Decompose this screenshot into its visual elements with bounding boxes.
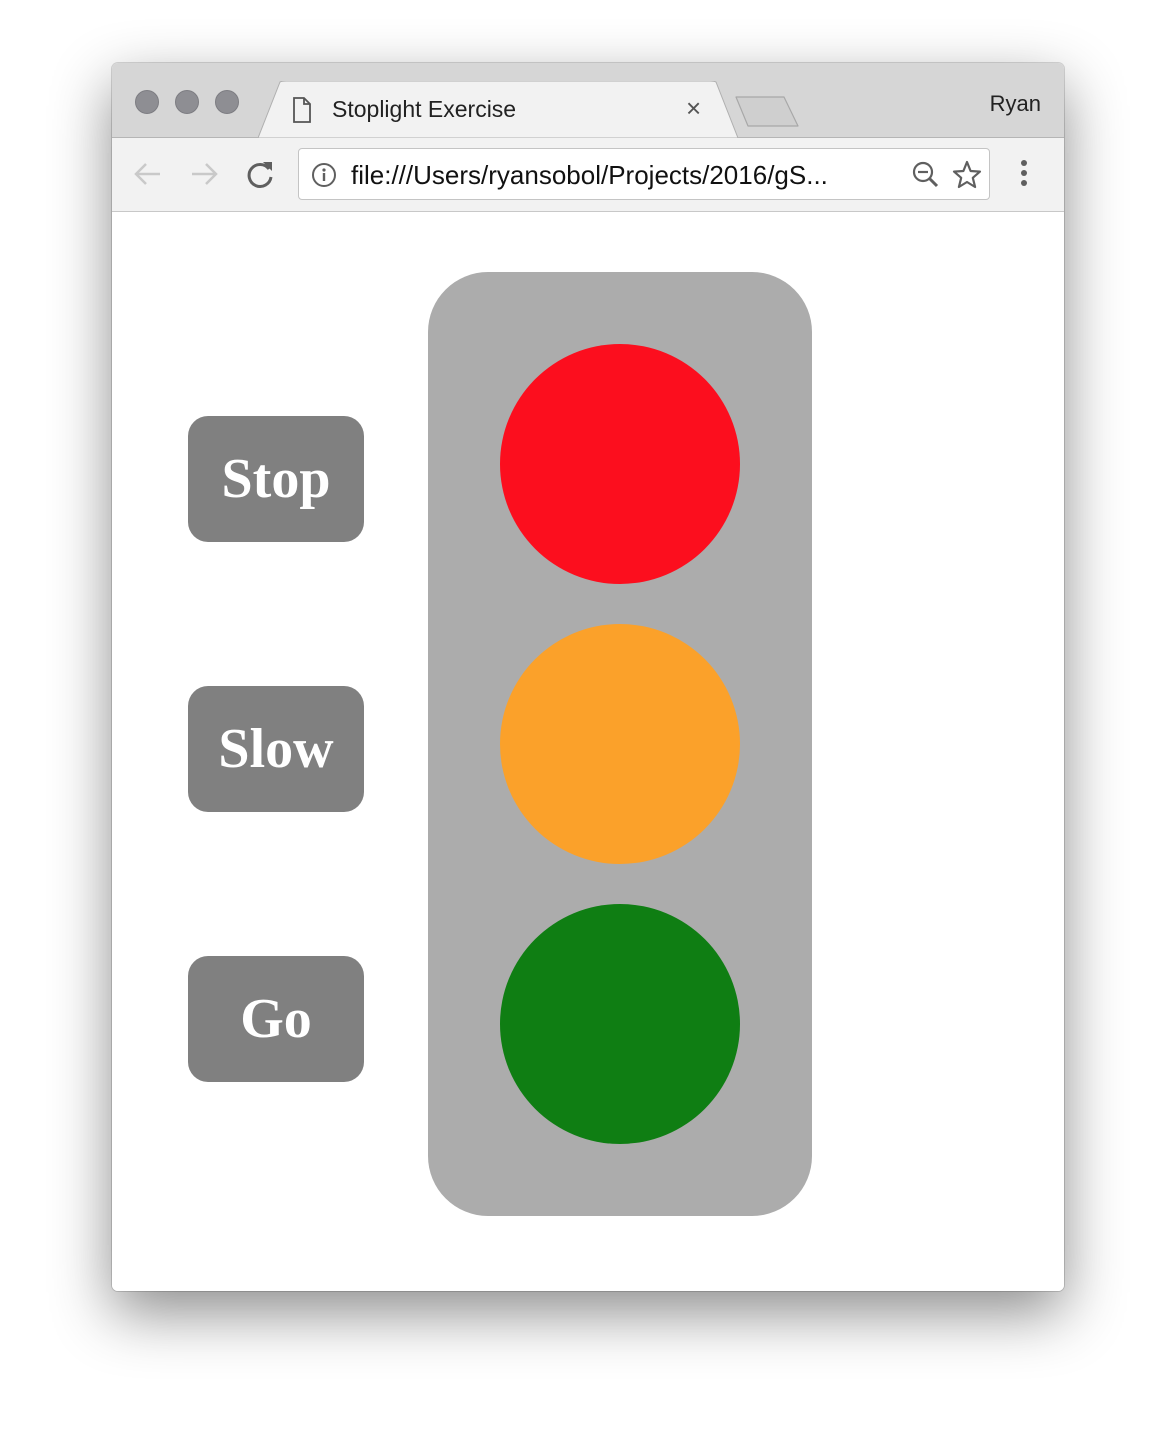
page-content: Stop Slow Go: [112, 212, 1064, 1291]
arrow-left-icon[interactable]: [132, 158, 164, 190]
tab-stoplight-exercise[interactable]: Stoplight Exercise ×: [258, 81, 738, 138]
go-light: [500, 904, 740, 1144]
new-tab-button[interactable]: [732, 95, 802, 129]
info-icon[interactable]: [311, 162, 337, 188]
title-bar: Stoplight Exercise × Ryan: [112, 63, 1064, 138]
reload-icon[interactable]: [244, 158, 276, 190]
go-button[interactable]: Go: [188, 956, 364, 1082]
browser-window: Stoplight Exercise × Ryan file:///Users/…: [112, 63, 1064, 1291]
close-icon[interactable]: ×: [686, 93, 701, 124]
slow-light: [500, 624, 740, 864]
stop-light: [500, 344, 740, 584]
document-icon: [293, 97, 311, 123]
profile-name[interactable]: Ryan: [990, 91, 1041, 117]
address-bar[interactable]: file:///Users/ryansobol/Projects/2016/gS…: [298, 148, 990, 200]
close-window-button[interactable]: [135, 90, 159, 114]
kebab-menu-icon[interactable]: [1018, 158, 1030, 190]
slow-button[interactable]: Slow: [188, 686, 364, 812]
tab-title: Stoplight Exercise: [332, 96, 517, 122]
toolbar: file:///Users/ryansobol/Projects/2016/gS…: [112, 138, 1064, 212]
stop-button[interactable]: Stop: [188, 416, 364, 542]
arrow-right-icon[interactable]: [188, 158, 220, 190]
url-text[interactable]: file:///Users/ryansobol/Projects/2016/gS…: [351, 160, 828, 191]
zoom-window-button[interactable]: [215, 90, 239, 114]
stoplight-housing: [428, 272, 812, 1216]
minimize-window-button[interactable]: [175, 90, 199, 114]
star-icon[interactable]: [951, 159, 983, 191]
zoom-out-icon[interactable]: [911, 160, 941, 190]
